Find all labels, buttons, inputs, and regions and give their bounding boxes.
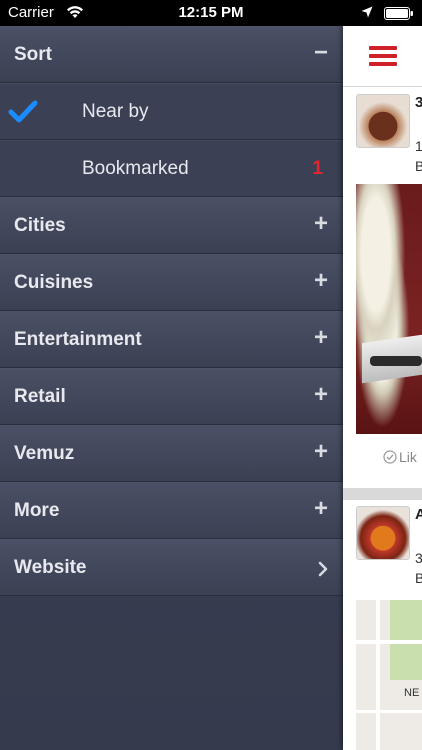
expand-icon: + — [313, 210, 328, 237]
expand-icon: + — [313, 438, 328, 465]
sort-option-bookmarked[interactable]: Bookmarked 1 — [0, 140, 343, 197]
menu-section-label: Entertainment — [14, 329, 142, 350]
status-bar: Carrier 12:15 PM — [0, 0, 422, 26]
listing-photo — [356, 184, 422, 434]
menu-section-label: Cities — [14, 215, 66, 236]
menu-section-label: Cuisines — [14, 272, 94, 293]
menu-section-label: Website — [14, 557, 87, 578]
menu-section-more[interactable]: More + — [0, 482, 343, 539]
menu-section-label: Sort — [14, 44, 52, 65]
listing-detail: B — [415, 158, 422, 174]
expand-icon: + — [313, 324, 328, 351]
listing-card[interactable]: A 3 B NE — [343, 500, 422, 750]
listing-thumbnail — [356, 94, 410, 148]
battery-icon — [384, 7, 413, 20]
clock: 12:15 PM — [178, 4, 244, 21]
listing-detail: 1 — [415, 138, 422, 154]
sort-option-label: Near by — [82, 101, 149, 122]
nav-bar — [343, 26, 422, 87]
expand-icon: + — [313, 495, 328, 522]
bookmark-count-badge: 1 — [312, 158, 323, 179]
expand-icon: + — [313, 381, 328, 408]
card-divider — [343, 488, 422, 500]
like-button[interactable]: Lik — [383, 449, 417, 465]
chevron-right-icon — [318, 561, 328, 577]
menu-section-retail[interactable]: Retail + — [0, 368, 343, 425]
collapse-icon: − — [313, 39, 328, 66]
circle-check-icon — [383, 450, 397, 464]
listing-title: 3 — [415, 94, 422, 111]
expand-icon: + — [313, 267, 328, 294]
menu-section-label: Vemuz — [14, 443, 75, 464]
checkmark-icon — [8, 100, 38, 123]
menu-section-cuisines[interactable]: Cuisines + — [0, 254, 343, 311]
app-screen: Carrier 12:15 PM Sort − Near by Bookmark… — [0, 0, 422, 750]
sort-option-label: Bookmarked — [82, 158, 189, 179]
location-arrow-icon — [361, 6, 373, 18]
listing-detail: 3 — [415, 550, 422, 566]
listing-map[interactable]: NE — [356, 600, 422, 750]
listing-title: A — [415, 506, 422, 523]
map-road — [376, 600, 380, 750]
like-label: Lik — [399, 449, 417, 465]
side-menu: Sort − Near by Bookmarked 1 Cities + Cui… — [0, 26, 343, 750]
menu-section-vemuz[interactable]: Vemuz + — [0, 425, 343, 482]
map-road — [356, 640, 422, 644]
map-road — [356, 710, 422, 713]
hamburger-menu-icon[interactable] — [369, 46, 397, 66]
listing-thumbnail — [356, 506, 410, 560]
main-content-panel[interactable]: 3 1 B Lik A 3 B NE — [343, 26, 422, 750]
fork-shape — [370, 356, 422, 366]
menu-section-website[interactable]: Website — [0, 539, 343, 596]
listing-detail: B — [415, 570, 422, 586]
menu-section-sort[interactable]: Sort − — [0, 26, 343, 83]
menu-section-label: Retail — [14, 386, 66, 407]
listing-card[interactable]: 3 1 B Lik — [343, 88, 422, 488]
menu-section-label: More — [14, 500, 60, 521]
menu-section-entertainment[interactable]: Entertainment + — [0, 311, 343, 368]
sort-option-near-by[interactable]: Near by — [0, 83, 343, 140]
menu-section-cities[interactable]: Cities + — [0, 197, 343, 254]
map-label: NE — [404, 687, 420, 699]
